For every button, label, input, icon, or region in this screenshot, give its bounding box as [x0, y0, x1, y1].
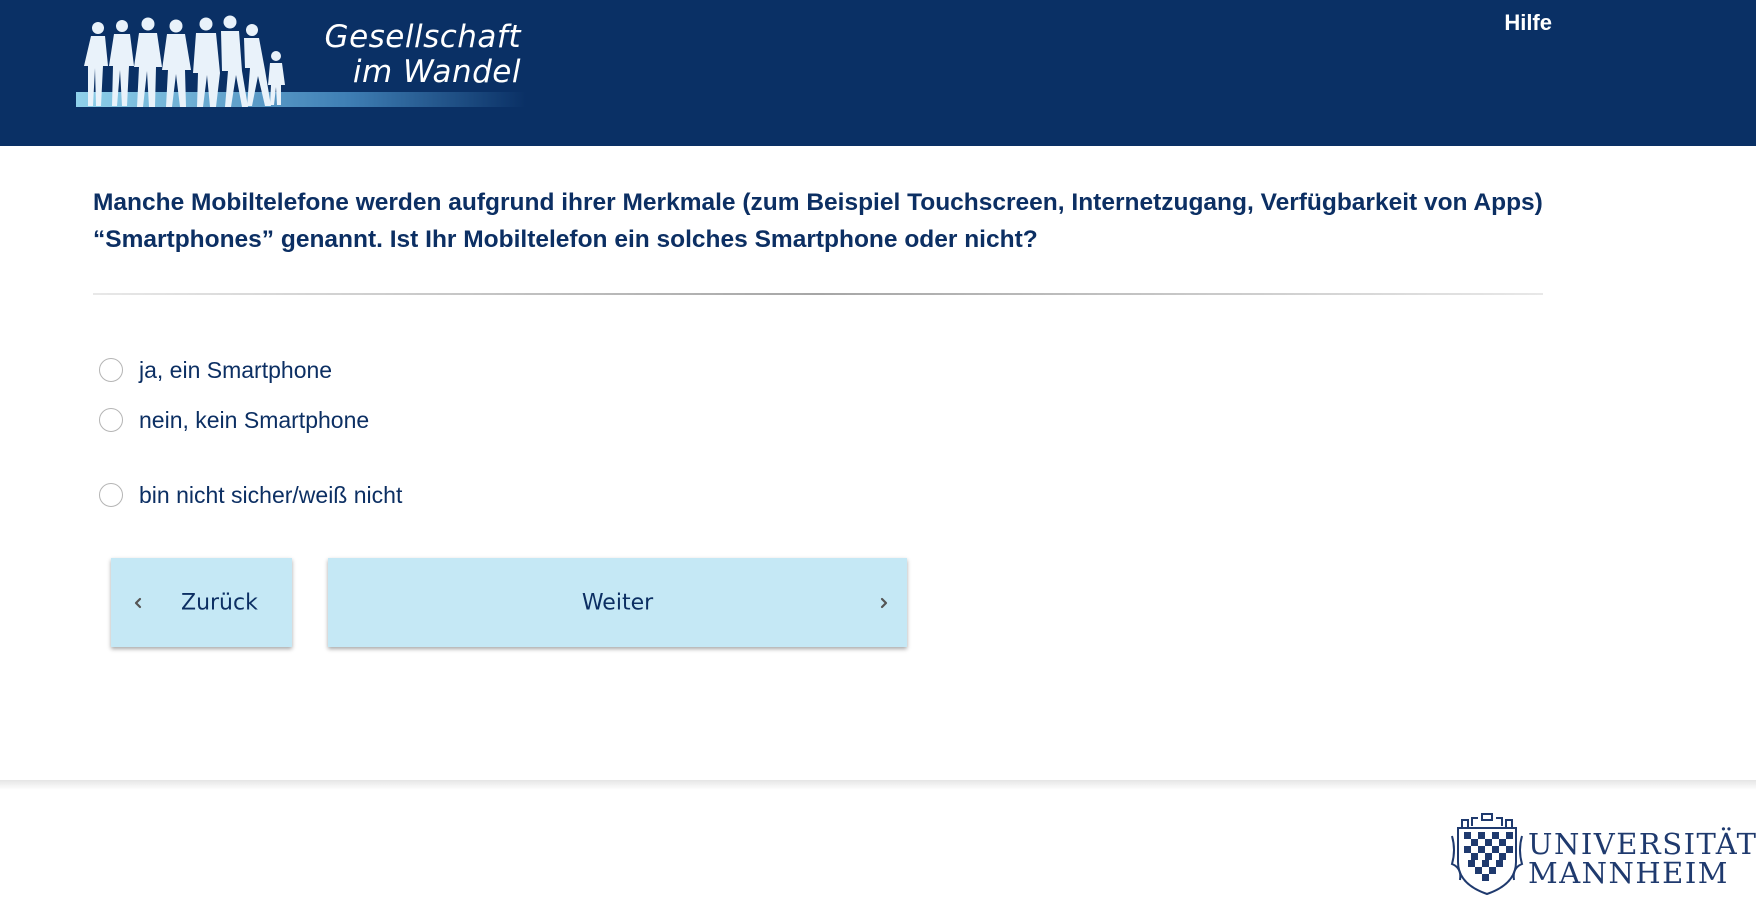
radio-button[interactable] [99, 483, 123, 507]
question-text: Manche Mobiltelefone werden aufgrund ihr… [93, 189, 1543, 253]
logo-line-1: Gesellschaft [324, 19, 521, 55]
radio-button[interactable] [99, 408, 123, 432]
option-label: bin nicht sicher/weiß nicht [139, 481, 403, 508]
chevron-left-icon [134, 597, 142, 608]
option-label: nein, kein Smartphone [139, 406, 370, 433]
logo-line-2: im Wandel [352, 54, 521, 90]
back-button[interactable]: Zurück [111, 558, 292, 647]
castle-crest-icon [1450, 813, 1524, 896]
gesellschaft-im-wandel-logo: Gesellschaft im Wandel [76, 6, 526, 122]
header-bar: Gesellschaft im Wandel Hilfe [0, 0, 1756, 146]
next-button-label: Weiter [581, 590, 654, 615]
next-button[interactable]: Weiter [328, 558, 907, 647]
university-name-line-1: UNIVERSITÄT [1528, 827, 1756, 861]
option-yes-smartphone[interactable]: ja, ein Smartphone [99, 355, 332, 385]
university-mannheim-logo: UNIVERSITÄT MANNHEIM [1448, 806, 1756, 896]
option-label: ja, ein Smartphone [139, 356, 333, 383]
option-not-sure[interactable]: bin nicht sicher/weiß nicht [99, 480, 402, 510]
back-button-label: Zurück [181, 590, 258, 615]
question-divider [93, 293, 1543, 295]
footer-divider [0, 780, 1756, 790]
option-no-smartphone[interactable]: nein, kein Smartphone [99, 405, 369, 435]
university-name-line-2: MANNHEIM [1528, 856, 1729, 890]
chevron-right-icon [880, 597, 888, 608]
help-link[interactable]: Hilfe [1504, 10, 1552, 36]
radio-button[interactable] [99, 358, 123, 382]
